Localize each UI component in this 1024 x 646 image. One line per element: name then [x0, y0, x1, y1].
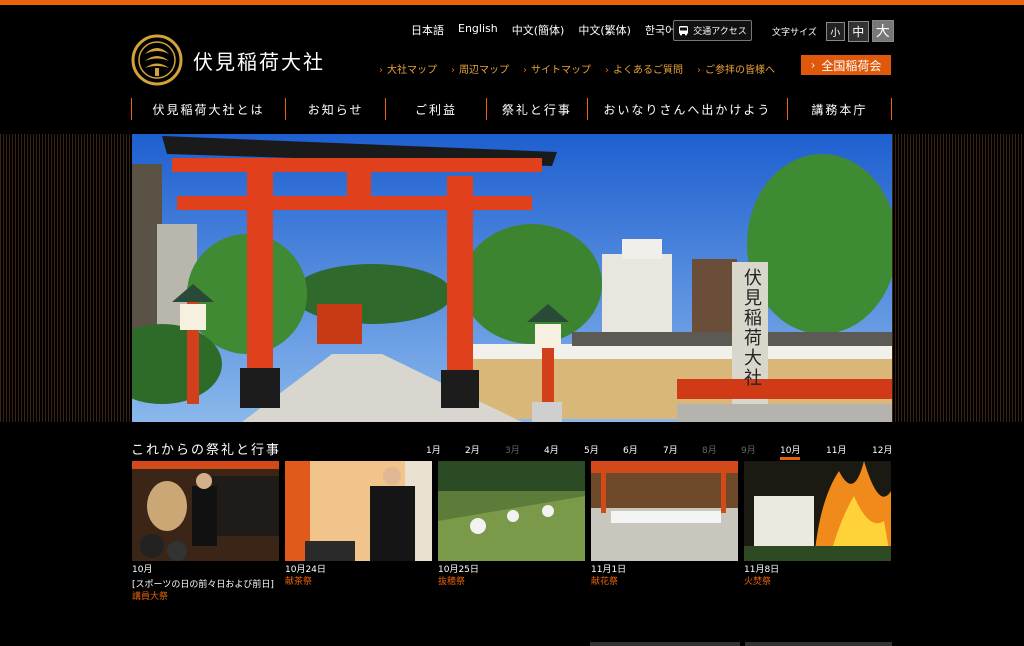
month-tab-11[interactable]: 11月 [826, 443, 846, 456]
event-date: 10月 [132, 565, 153, 575]
subnav-sitemap[interactable]: サイトマップ [523, 61, 591, 76]
event-card[interactable]: 10月24日 献茶祭 [285, 461, 432, 588]
event-name[interactable]: 献茶祭 [285, 576, 432, 588]
month-tab-5[interactable]: 5月 [584, 443, 599, 456]
site-logo[interactable]: 伏見稲荷大社 [131, 34, 325, 86]
nav-news[interactable]: お知らせ [284, 98, 385, 120]
lang-english[interactable]: English [458, 22, 498, 38]
subnav-area-map[interactable]: 周辺マップ [451, 61, 509, 76]
event-name[interactable]: 献花祭 [591, 576, 738, 588]
month-tab-3: 3月 [505, 446, 520, 456]
event-name[interactable]: 講員大祭 [132, 591, 279, 603]
torii-gate-photo [132, 134, 892, 422]
event-date: 11月1日 [591, 565, 627, 575]
sub-navigation: 大社マップ 周辺マップ サイトマップ よくあるご質問 ご参拝の皆様へ [379, 61, 775, 76]
hero-stone-sign-text: 伏見稲荷大社 [741, 268, 762, 388]
lang-chinese-traditional[interactable]: 中文(繁体) [578, 22, 631, 38]
font-size-label: 文字サイズ [772, 27, 817, 38]
bus-icon [679, 26, 689, 36]
logo-text: 伏見稲荷大社 [193, 49, 325, 74]
event-thumbnail[interactable] [132, 461, 279, 561]
hero-image: 伏見稲荷大社 [132, 134, 892, 422]
nav-festivals[interactable]: 祭礼と行事 [485, 98, 587, 120]
event-card[interactable]: 11月8日 火焚祭 [744, 461, 891, 588]
event-date-note: [スポーツの日の前々日および前日] [132, 580, 274, 590]
left-stripe-pattern [0, 134, 132, 422]
subnav-faq[interactable]: よくあるご質問 [605, 61, 683, 76]
lang-korean[interactable]: 한국어 [645, 22, 675, 38]
event-card[interactable]: 11月1日 献花祭 [591, 461, 738, 588]
access-button[interactable]: 交通アクセス [673, 20, 752, 41]
right-stripe-pattern [892, 134, 1024, 422]
event-date: 10月25日 [438, 565, 479, 575]
font-size-medium-button[interactable]: 中 [847, 20, 869, 42]
event-date: 11月8日 [744, 565, 780, 575]
inari-crest-icon [131, 34, 183, 86]
nav-benefits[interactable]: ご利益 [385, 98, 485, 120]
event-name[interactable]: 抜穂祭 [438, 576, 585, 588]
nav-kouhonchou[interactable]: 講務本庁 [786, 98, 892, 120]
month-tab-7[interactable]: 7月 [663, 443, 678, 456]
zenkoku-inari-button[interactable]: 全国稲荷会 [801, 55, 891, 75]
events-section-title: これからの祭礼と行事 [131, 443, 282, 458]
month-tab-6[interactable]: 6月 [623, 443, 638, 456]
language-switcher: 日本語 English 中文(簡体) 中文(繁体) 한국어 [411, 22, 675, 38]
event-thumbnail[interactable] [285, 461, 432, 561]
event-thumbnail[interactable] [591, 461, 738, 561]
event-card[interactable]: 10月25日 抜穂祭 [438, 461, 585, 588]
event-thumbnail[interactable] [438, 461, 585, 561]
lang-chinese-simplified[interactable]: 中文(簡体) [512, 22, 565, 38]
next-section-thumbnail [745, 642, 892, 646]
event-thumbnail[interactable] [744, 461, 891, 561]
top-accent-bar [0, 0, 1024, 5]
month-tab-4[interactable]: 4月 [544, 443, 559, 456]
month-tab-8: 8月 [702, 446, 717, 456]
nav-visit[interactable]: おいなりさんへ出かけよう [587, 98, 787, 120]
zenkoku-label: 全国稲荷会 [821, 58, 882, 73]
lang-japanese[interactable]: 日本語 [411, 22, 444, 38]
event-date: 10月24日 [285, 565, 326, 575]
font-size-large-button[interactable]: 大 [871, 20, 894, 42]
subnav-shrine-map[interactable]: 大社マップ [379, 61, 437, 76]
font-size-small-button[interactable]: 小 [825, 21, 845, 41]
event-name[interactable]: 火焚祭 [744, 576, 891, 588]
subnav-visitors[interactable]: ご参拝の皆様へ [697, 61, 775, 76]
access-label: 交通アクセス [693, 27, 747, 37]
next-section-thumbnail [590, 642, 740, 646]
font-size-control: 文字サイズ 小 中 大 [772, 20, 894, 42]
main-navigation: 伏見稲荷大社とは お知らせ ご利益 祭礼と行事 おいなりさんへ出かけよう 講務本… [131, 98, 892, 120]
month-tab-1[interactable]: 1月 [426, 443, 441, 456]
month-selector: 1月 2月 3月 4月 5月 6月 7月 8月 9月 10月 11月 12月 [420, 443, 894, 460]
month-tab-10[interactable]: 10月 [780, 443, 801, 460]
month-tab-12[interactable]: 12月 [872, 443, 892, 456]
month-tab-9: 9月 [741, 446, 756, 456]
nav-about[interactable]: 伏見稲荷大社とは [131, 98, 285, 120]
event-card[interactable]: 10月 [スポーツの日の前々日および前日] 講員大祭 [132, 461, 279, 603]
month-tab-2[interactable]: 2月 [465, 443, 480, 456]
